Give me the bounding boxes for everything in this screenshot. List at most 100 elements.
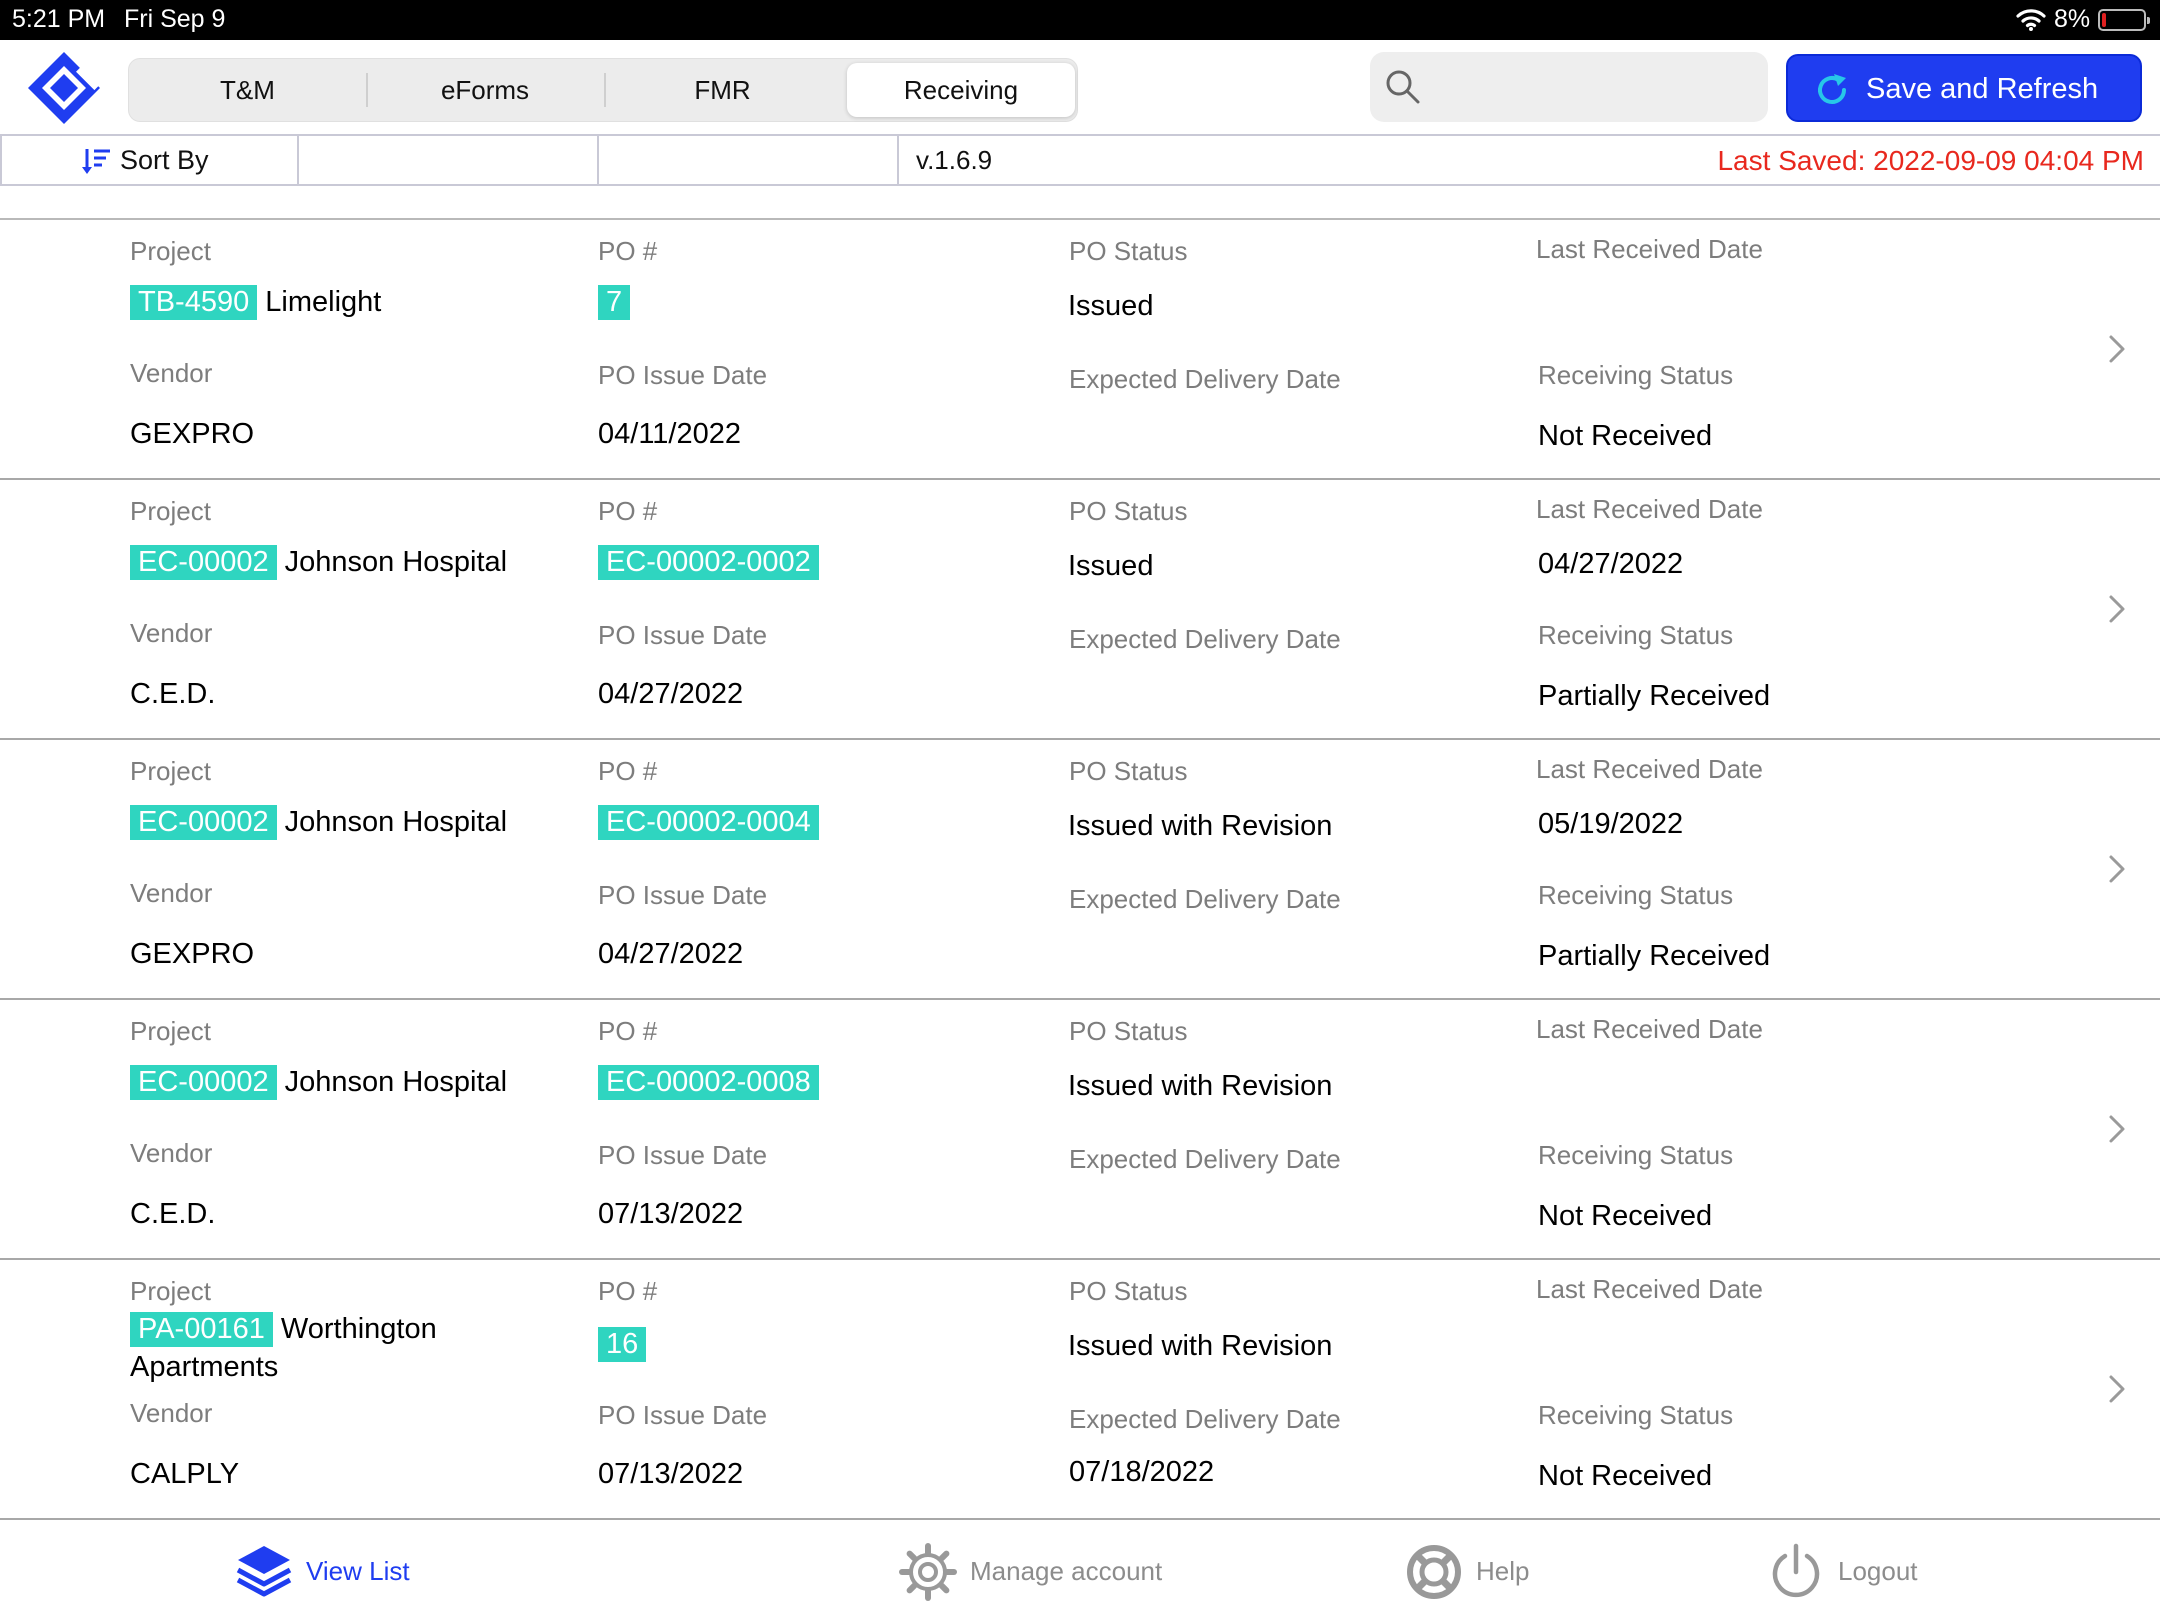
- po-status-value: Issued with Revision: [1068, 1070, 1333, 1102]
- chevron-right-icon[interactable]: [2108, 334, 2126, 364]
- tab-receiving[interactable]: Receiving: [847, 63, 1075, 117]
- last-received-label: Last Received Date: [1536, 494, 1763, 524]
- app-version: v.1.6.9: [916, 145, 993, 175]
- toolbar-cell-empty: [299, 136, 599, 184]
- expected-delivery-label: Expected Delivery Date: [1069, 1404, 1341, 1434]
- wifi-icon: [2016, 9, 2046, 31]
- po-list: Project TB-4590 Limelight Vendor GEXPRO …: [0, 220, 2160, 1520]
- list-row-partial: [0, 186, 2160, 220]
- po-status-value: Issued: [1068, 290, 1154, 322]
- po-status-label: PO Status: [1069, 236, 1188, 266]
- bottom-nav: View List Manage account Help Logout: [0, 1520, 2160, 1620]
- tab-fmr[interactable]: FMR: [604, 59, 841, 121]
- receiving-status-value: Not Received: [1538, 420, 1713, 452]
- nav-view-list-label: View List: [306, 1556, 410, 1586]
- nav-manage-account[interactable]: Manage account: [898, 1542, 1178, 1602]
- last-received-label: Last Received Date: [1536, 1274, 1763, 1304]
- project-code-tag: TB-4590: [130, 285, 258, 320]
- vendor-value: GEXPRO: [130, 418, 255, 450]
- chevron-right-icon[interactable]: [2108, 1374, 2126, 1404]
- chevron-right-icon[interactable]: [2108, 594, 2126, 624]
- app-logo-icon: [28, 52, 102, 124]
- tab-eforms[interactable]: eForms: [366, 59, 604, 121]
- vendor-value: C.E.D.: [130, 678, 216, 710]
- po-issue-date-value: 04/27/2022: [598, 938, 744, 970]
- project-code-tag: PA-00161: [130, 1312, 273, 1347]
- sort-by-label: Sort By: [120, 145, 209, 175]
- last-received-label: Last Received Date: [1536, 1014, 1763, 1044]
- po-status-value: Issued with Revision: [1068, 1330, 1333, 1362]
- nav-logout-label: Logout: [1838, 1556, 1918, 1586]
- project-label: Project: [130, 496, 211, 526]
- po-status-value: Issued: [1068, 550, 1154, 582]
- nav-view-list[interactable]: View List: [234, 1542, 424, 1602]
- project-code-tag: EC-00002: [130, 545, 277, 580]
- chevron-right-icon[interactable]: [2108, 854, 2126, 884]
- receiving-status-value: Not Received: [1538, 1200, 1713, 1232]
- po-number-tag: 16: [598, 1327, 647, 1362]
- receiving-status-value: Partially Received: [1538, 680, 1771, 712]
- power-icon: [1772, 1543, 1820, 1598]
- battery-percent: 8%: [2054, 5, 2091, 33]
- receiving-status-label: Receiving Status: [1538, 880, 1734, 910]
- list-toolbar: Sort By v.1.6.9 Last Saved: 2022-09-09 0…: [0, 134, 2160, 186]
- receiving-status-value: Not Received: [1538, 1460, 1713, 1492]
- vendor-value: GEXPRO: [130, 938, 255, 970]
- po-number-label: PO #: [598, 1016, 658, 1046]
- expected-delivery-label: Expected Delivery Date: [1069, 884, 1341, 914]
- po-list-row[interactable]: Project EC-00002 Johnson Hospital Vendor…: [0, 480, 2160, 740]
- refresh-icon: [1818, 74, 1846, 104]
- project-name: Johnson Hospital: [284, 1066, 508, 1098]
- po-number-value: 16: [598, 1327, 647, 1362]
- receiving-status-label: Receiving Status: [1538, 360, 1734, 390]
- vendor-label: Vendor: [130, 1138, 213, 1168]
- tab-tm[interactable]: T&M: [129, 59, 366, 121]
- expected-delivery-label: Expected Delivery Date: [1069, 624, 1341, 654]
- receiving-status-label: Receiving Status: [1538, 1140, 1734, 1170]
- search-icon: [1386, 70, 1420, 104]
- expected-delivery-label: Expected Delivery Date: [1069, 364, 1341, 394]
- po-issue-date-value: 07/13/2022: [598, 1458, 744, 1490]
- layers-icon: [236, 1546, 292, 1597]
- nav-help[interactable]: Help: [1404, 1542, 1554, 1602]
- po-issue-date-label: PO Issue Date: [598, 1400, 768, 1430]
- po-list-row[interactable]: Project EC-00002 Johnson Hospital Vendor…: [0, 740, 2160, 1000]
- vendor-value: CALPLY: [130, 1458, 240, 1490]
- project-label: Project: [130, 236, 211, 266]
- status-bar: 5:21 PM Fri Sep 9 8%: [0, 0, 2160, 40]
- nav-help-label: Help: [1476, 1556, 1530, 1586]
- po-issue-date-label: PO Issue Date: [598, 880, 768, 910]
- toolbar-cell-empty: [599, 136, 899, 184]
- po-number-tag: EC-00002-0004: [598, 805, 819, 840]
- po-number-value: 7: [598, 285, 631, 320]
- receiving-status-label: Receiving Status: [1538, 1400, 1734, 1430]
- po-number-label: PO #: [598, 496, 658, 526]
- lifebuoy-icon: [1407, 1545, 1461, 1599]
- project-code-tag: EC-00002: [130, 805, 277, 840]
- project-value: PA-00161 Worthington Apartments: [130, 1310, 510, 1386]
- battery-icon: [2098, 9, 2150, 31]
- project-name: Limelight: [265, 286, 382, 318]
- nav-logout[interactable]: Logout: [1766, 1542, 1936, 1602]
- sort-by-button[interactable]: Sort By: [0, 136, 299, 184]
- po-status-label: PO Status: [1069, 756, 1188, 786]
- po-list-row[interactable]: Project PA-00161 Worthington Apartments …: [0, 1260, 2160, 1520]
- po-issue-date-value: 04/11/2022: [598, 418, 741, 450]
- po-number-tag: EC-00002-0002: [598, 545, 819, 580]
- po-number-tag: 7: [598, 285, 631, 320]
- po-status-label: PO Status: [1069, 1016, 1188, 1046]
- save-and-refresh-button[interactable]: Save and Refresh: [1786, 54, 2142, 122]
- vendor-label: Vendor: [130, 1398, 213, 1428]
- po-issue-date-label: PO Issue Date: [598, 360, 768, 390]
- po-number-value: EC-00002-0002: [598, 545, 819, 580]
- last-received-label: Last Received Date: [1536, 234, 1763, 264]
- chevron-right-icon[interactable]: [2108, 1114, 2126, 1144]
- project-value: TB-4590 Limelight: [130, 285, 382, 320]
- project-value: EC-00002 Johnson Hospital: [130, 1065, 508, 1100]
- po-list-row[interactable]: Project TB-4590 Limelight Vendor GEXPRO …: [0, 220, 2160, 480]
- po-number-label: PO #: [598, 756, 658, 786]
- status-date: Fri Sep 9: [124, 5, 226, 33]
- search-field[interactable]: [1370, 52, 1768, 122]
- last-received-value: 05/19/2022: [1538, 808, 1684, 840]
- po-list-row[interactable]: Project EC-00002 Johnson Hospital Vendor…: [0, 1000, 2160, 1260]
